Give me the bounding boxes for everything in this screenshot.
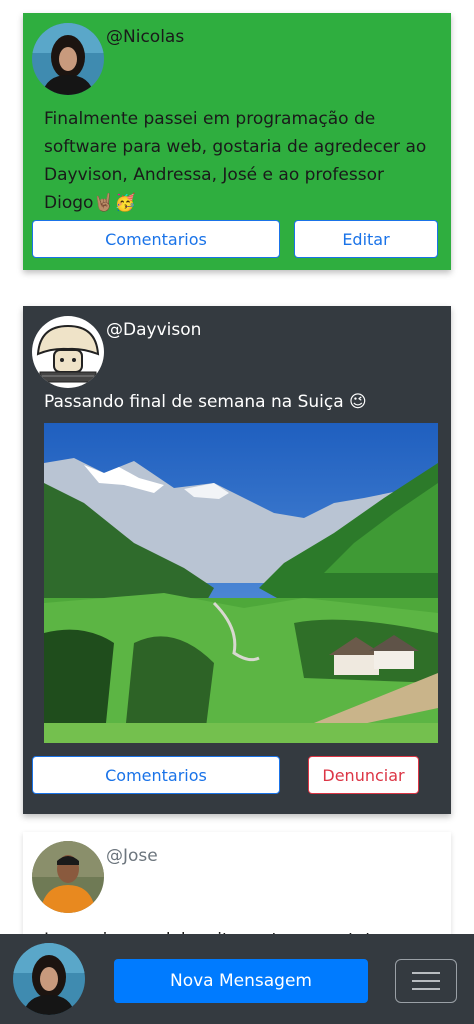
hamburger-menu-button[interactable]: [395, 959, 457, 1003]
post-text: Passando final de semana na Suiça 😉: [44, 392, 367, 412]
post-image-landscape[interactable]: [44, 423, 438, 743]
avatar-dayvison[interactable]: [32, 316, 104, 388]
comments-button[interactable]: Comentarios: [32, 220, 280, 258]
post-username: @Jose: [106, 846, 158, 866]
current-user-avatar[interactable]: [13, 943, 85, 1015]
post-text: Finalmente passei em programação de soft…: [44, 109, 427, 213]
post-username: @Nicolas: [106, 27, 185, 47]
report-button[interactable]: Denunciar: [308, 756, 419, 794]
avatar-nicolas[interactable]: [32, 23, 104, 95]
comments-button[interactable]: Comentarios: [32, 756, 280, 794]
avatar-jose[interactable]: [32, 841, 104, 913]
post-card-dayvison: @Dayvison Passando final de semana na Su…: [23, 306, 451, 814]
post-username: @Dayvison: [106, 320, 202, 340]
post-card-nicolas: @Nicolas Finalmente passei em programaçã…: [23, 13, 451, 270]
edit-button[interactable]: Editar: [294, 220, 438, 258]
bottom-bar: Nova Mensagem: [0, 934, 474, 1024]
new-message-button[interactable]: Nova Mensagem: [114, 959, 368, 1003]
